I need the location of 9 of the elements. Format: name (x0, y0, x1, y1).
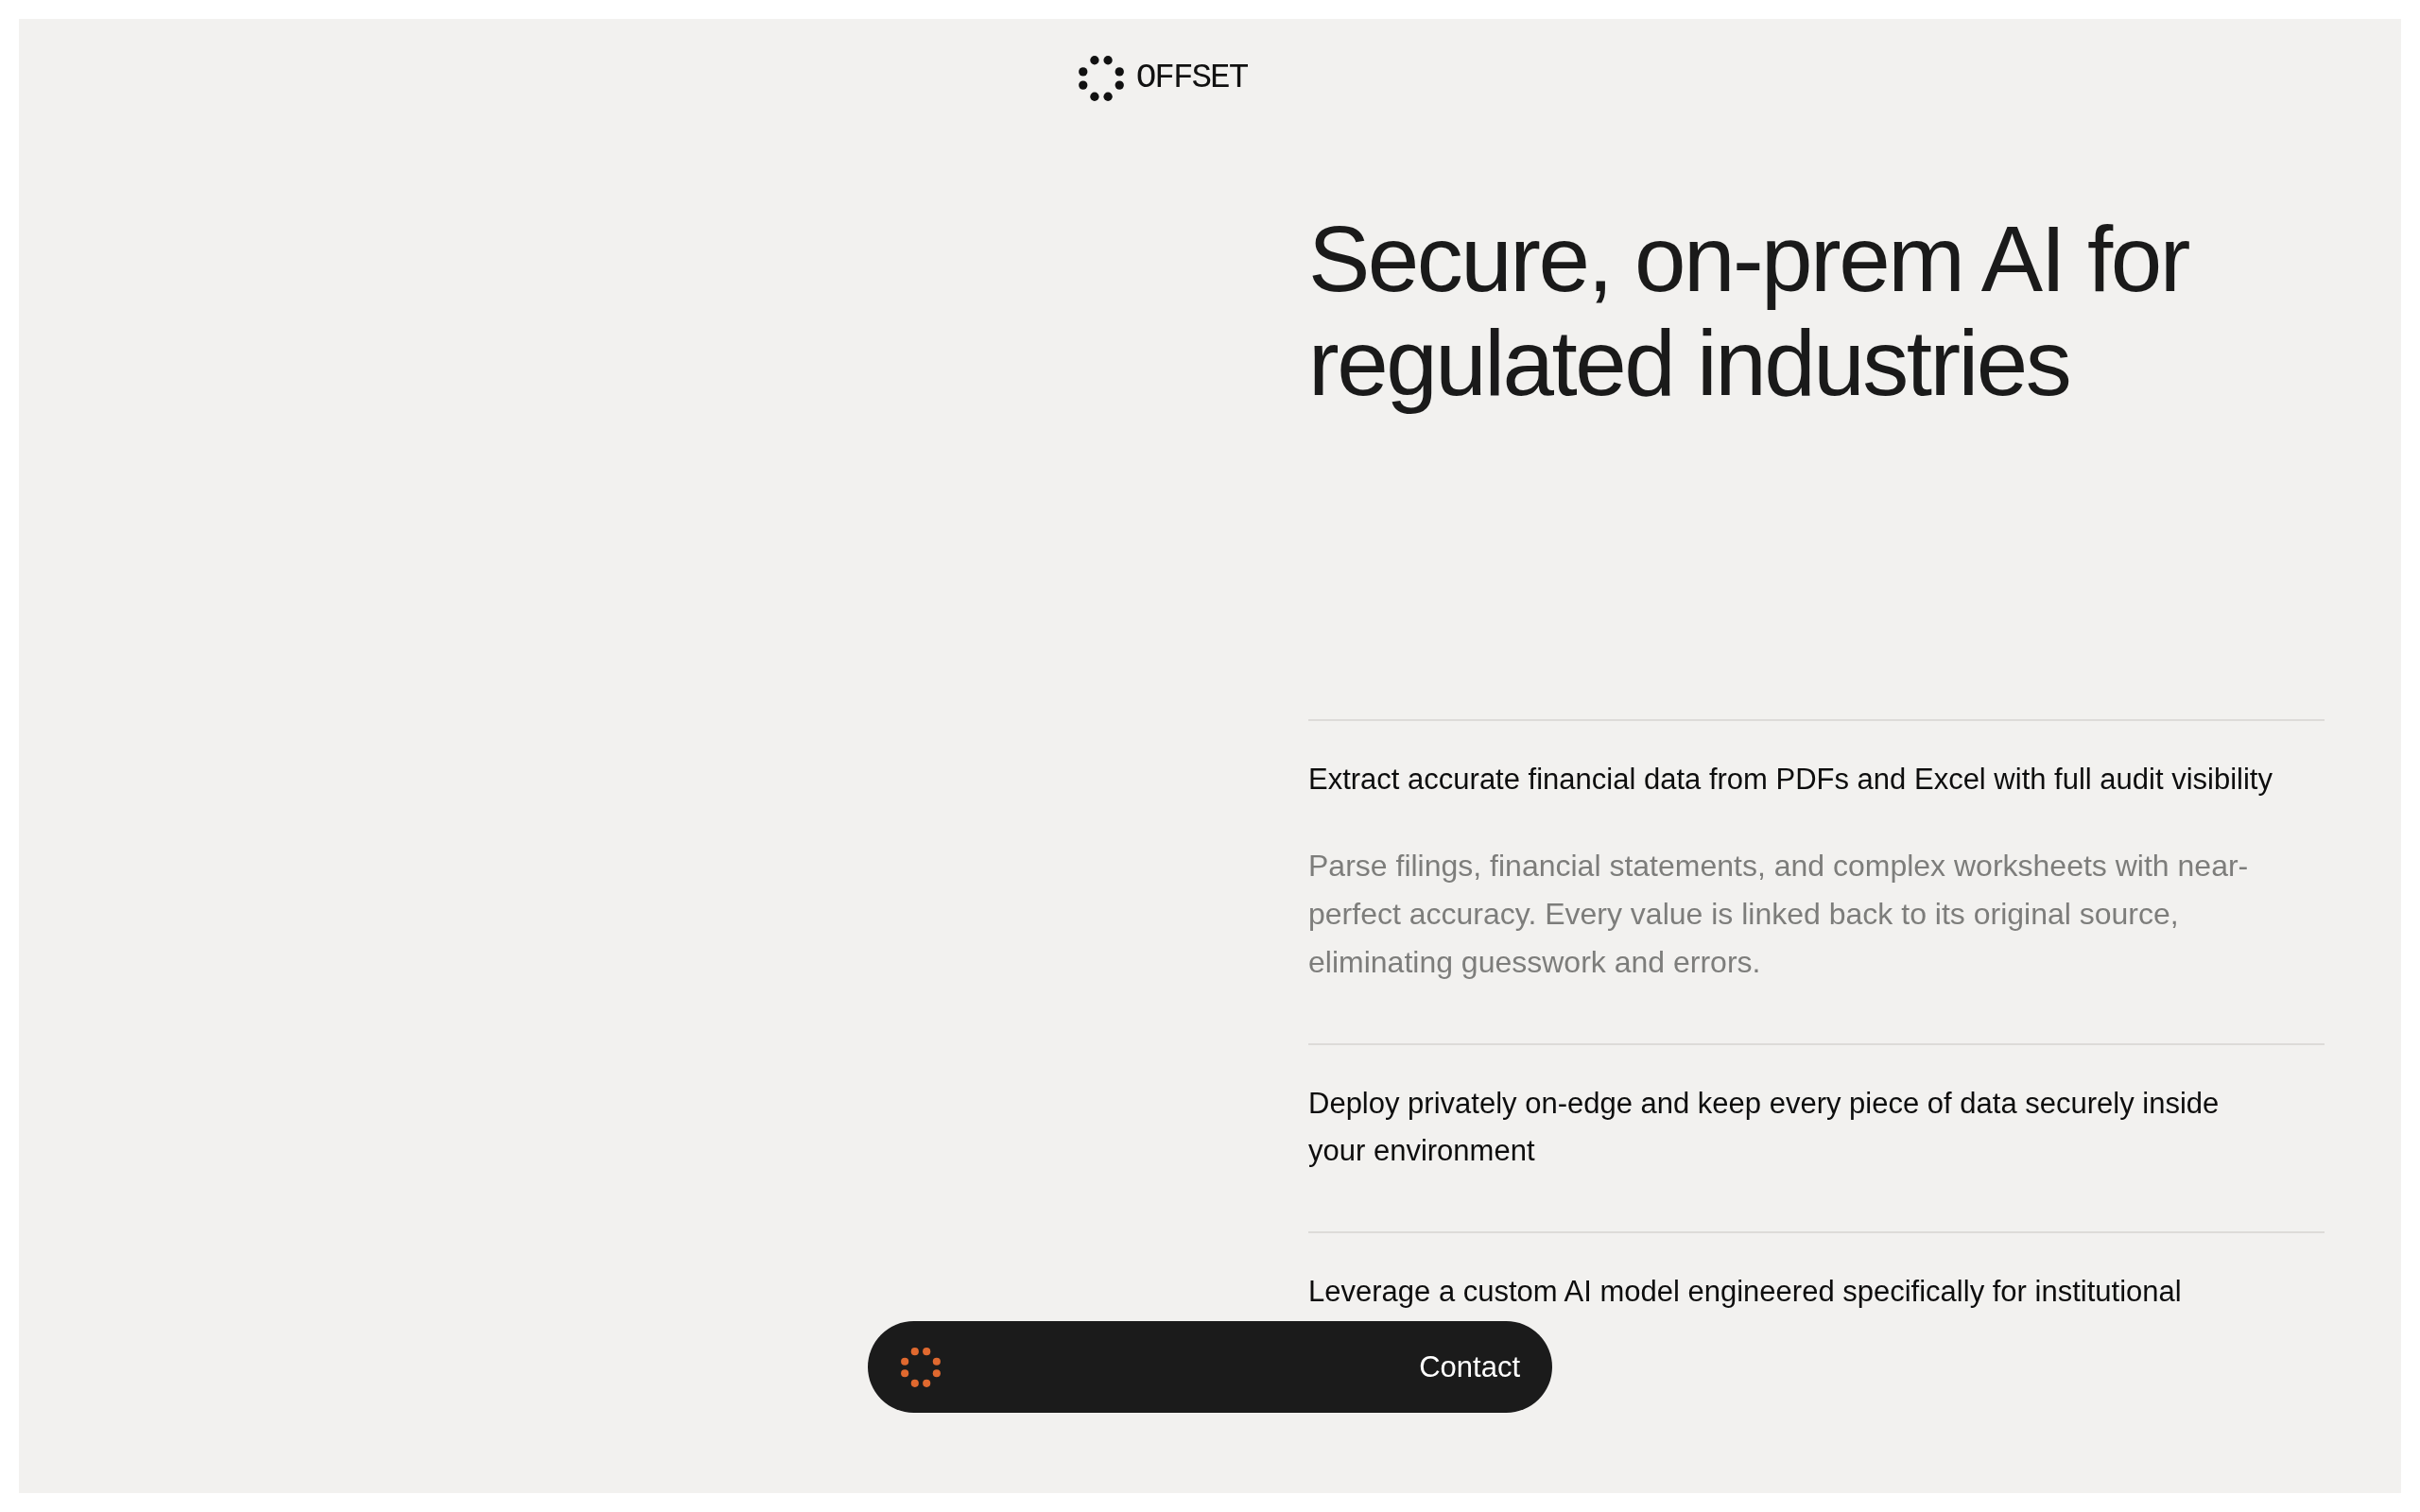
contact-button[interactable]: Contact (1419, 1348, 1520, 1386)
feature-title[interactable]: Extract accurate financial data from PDFs and Excel with full audit visibility (1308, 756, 2280, 803)
feature-title[interactable]: Leverage a custom AI model engineered specifically for institutional (1308, 1268, 2280, 1315)
brand-wordmark: OFFSET (1135, 60, 1248, 97)
hero-headline: Secure, on-prem AI for regulated industries (1308, 207, 2190, 415)
dot-ring-icon (1078, 56, 1124, 101)
dot-ring-icon (901, 1347, 941, 1387)
feature-title[interactable]: Deploy privately on-edge and keep every piece of data securely inside your environment (1308, 1080, 2280, 1175)
feature-description: Parse filings, financial statements, and complex worksheets with near-perfect accuracy. Every value is linked back to its original source, eliminating guesswork and errors. (1308, 848, 2250, 981)
